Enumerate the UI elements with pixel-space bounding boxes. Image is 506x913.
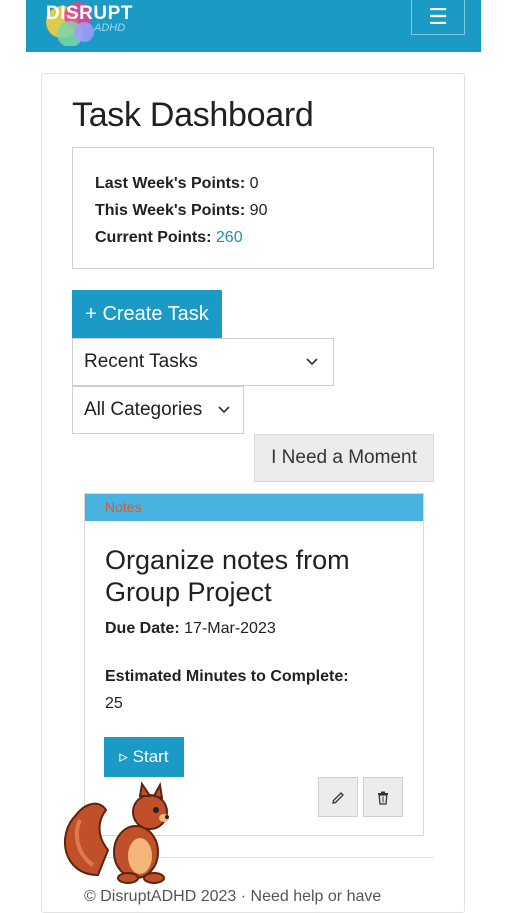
- last-week-points: Last Week's Points: 0: [95, 170, 433, 197]
- points-summary: Last Week's Points: 0 This Week's Points…: [72, 147, 434, 269]
- task-view-select[interactable]: Recent Tasks: [72, 338, 334, 386]
- chevron-down-icon: [305, 339, 319, 403]
- this-week-points-value: 90: [249, 202, 268, 219]
- task-title: Organize notes from Group Project: [105, 545, 350, 607]
- squirrel-mascot: [58, 780, 188, 885]
- squirrel-icon: [63, 781, 169, 884]
- current-points-label: Current Points:: [95, 229, 212, 246]
- current-points: Current Points: 260: [95, 224, 433, 251]
- page-title: Task Dashboard: [72, 96, 314, 134]
- task-estimate-label: Estimated Minutes to Complete:: [105, 668, 349, 685]
- category-select[interactable]: All Categories: [72, 386, 244, 434]
- logo-subtext: ADHD: [94, 22, 126, 34]
- menu-toggle-button[interactable]: ☰: [411, 0, 465, 35]
- last-week-points-value: 0: [249, 175, 259, 192]
- create-task-button[interactable]: + Create Task: [72, 290, 222, 338]
- edit-task-button[interactable]: [318, 777, 358, 817]
- task-view-selected-value: Recent Tasks: [84, 351, 198, 372]
- current-points-value[interactable]: 260: [216, 229, 243, 246]
- hamburger-menu-icon: ☰: [428, 4, 448, 29]
- task-due-label: Due Date:: [105, 620, 180, 637]
- need-a-moment-button[interactable]: I Need a Moment: [254, 434, 434, 482]
- brand-logo[interactable]: DISRUPT ADHD: [40, 0, 150, 47]
- pencil-icon: [330, 787, 346, 806]
- this-week-points-label: This Week's Points:: [95, 202, 246, 219]
- category-selected-value: All Categories: [84, 399, 203, 420]
- task-due-date: Due Date: 17-Mar-2023: [105, 620, 276, 638]
- start-task-button[interactable]: ▹ Start: [104, 737, 184, 777]
- top-navbar: DISRUPT ADHD ☰: [26, 0, 481, 52]
- task-estimate-value: 25: [105, 695, 123, 712]
- trash-icon: [375, 787, 391, 806]
- this-week-points: This Week's Points: 90: [95, 197, 433, 224]
- footer-text: © DisruptADHD 2023 · Need help or have: [84, 888, 382, 905]
- task-due-value: 17-Mar-2023: [184, 620, 276, 637]
- delete-task-button[interactable]: [363, 777, 403, 817]
- chevron-down-icon: [217, 387, 231, 451]
- last-week-points-label: Last Week's Points:: [95, 175, 246, 192]
- task-category-badge: Notes: [85, 494, 423, 521]
